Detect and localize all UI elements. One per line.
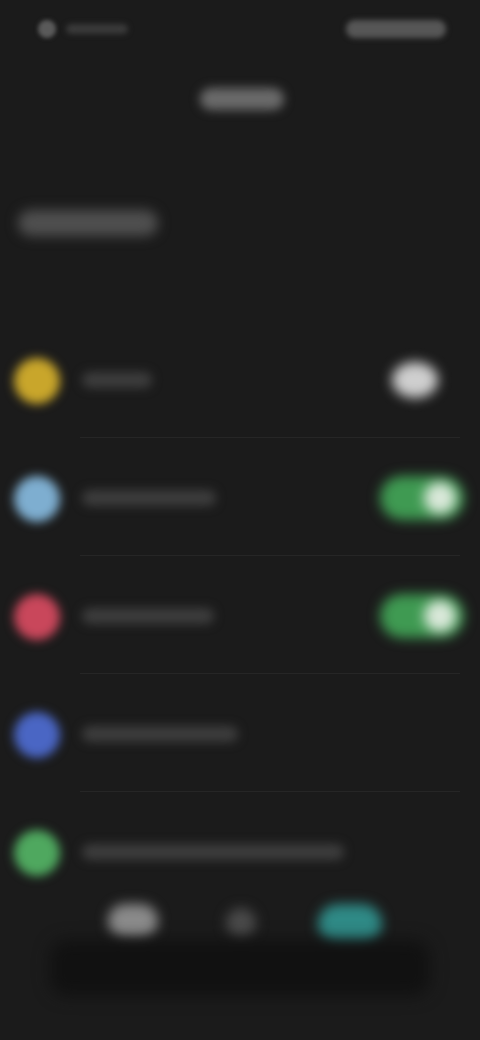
title-bar [0, 70, 480, 130]
section-heading [18, 210, 158, 236]
settings-row-2[interactable] [0, 438, 480, 556]
light-blue-circle-icon [14, 476, 60, 522]
status-dot-icon [38, 20, 56, 38]
toggle-knob [424, 600, 456, 632]
settings-row-1[interactable] [0, 320, 480, 438]
settings-row-label [82, 844, 344, 860]
toggle-knob [392, 362, 438, 398]
settings-row-label [82, 608, 214, 624]
blue-circle-icon [14, 712, 60, 758]
status-time [66, 24, 128, 34]
red-circle-icon [14, 594, 60, 640]
yellow-circle-icon [14, 358, 60, 404]
settings-row-label [82, 726, 238, 742]
phone-screen [0, 0, 480, 1040]
green-circle-icon [14, 830, 60, 876]
gesture-bar [50, 940, 430, 996]
page-title [200, 88, 284, 110]
toggle-knob [424, 482, 456, 514]
settings-row-3[interactable] [0, 556, 480, 674]
status-bar [0, 0, 480, 60]
settings-row-4[interactable] [0, 674, 480, 792]
home-icon[interactable] [108, 904, 158, 938]
toggle-switch-on[interactable] [380, 476, 464, 520]
status-indicators [346, 20, 446, 38]
toggle-switch-on[interactable] [380, 594, 464, 638]
dot-icon[interactable] [226, 908, 256, 938]
active-tab-icon[interactable] [318, 904, 382, 944]
settings-row-label [82, 490, 216, 506]
settings-row-label [82, 372, 152, 388]
toggle-switch-off[interactable] [380, 358, 464, 402]
